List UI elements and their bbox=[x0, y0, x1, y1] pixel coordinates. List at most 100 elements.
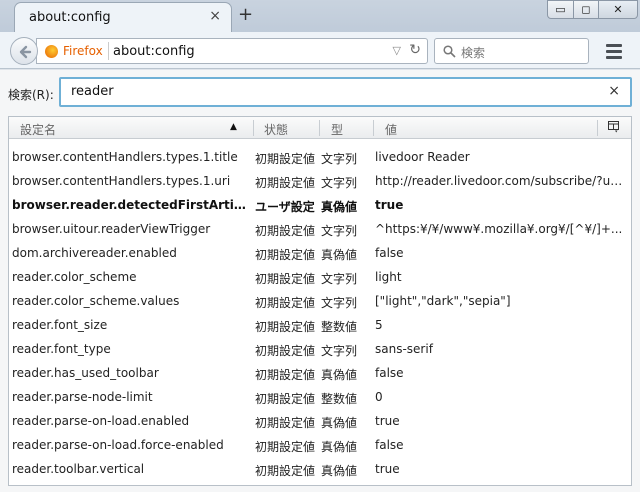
column-divider[interactable] bbox=[253, 120, 254, 136]
table-row[interactable]: reader.color_scheme 初期設定値 文字列 light bbox=[9, 266, 631, 290]
pref-name: reader.parse-node-limit bbox=[12, 390, 153, 404]
minimize-icon: ▭ bbox=[555, 3, 566, 16]
config-tree[interactable]: 設定名 ▲ 状態 型 値 browser.contentHandlers.typ… bbox=[8, 116, 632, 486]
tree-header: 設定名 ▲ 状態 型 値 bbox=[9, 117, 631, 139]
pref-type: 真偽値 bbox=[321, 440, 358, 454]
tab-about-config[interactable]: about:config × bbox=[14, 2, 232, 32]
column-header-name[interactable]: 設定名 bbox=[20, 121, 56, 138]
column-divider[interactable] bbox=[319, 120, 320, 136]
pref-status: 初期設定値 bbox=[255, 248, 316, 262]
pref-value: true bbox=[375, 198, 404, 212]
pref-name: reader.font_size bbox=[12, 318, 108, 332]
pref-name: reader.toolbar.vertical bbox=[12, 462, 145, 476]
filter-label: 検索(R): bbox=[8, 88, 54, 102]
pref-name: reader.font_type bbox=[12, 342, 111, 356]
pref-value: ^https:¥/¥/www¥.mozilla¥.org¥/[^¥/]+... bbox=[375, 222, 623, 236]
table-row[interactable]: reader.parse-on-load.force-enabled 初期設定値真… bbox=[9, 434, 631, 458]
search-bar[interactable]: 検索 bbox=[434, 38, 589, 64]
pref-value: false bbox=[375, 366, 404, 380]
pref-name: browser.uitour.readerViewTrigger bbox=[12, 222, 211, 236]
maximize-button[interactable]: ◻ bbox=[573, 0, 599, 19]
maximize-icon: ◻ bbox=[581, 3, 591, 16]
table-row[interactable]: reader.has_used_toolbar 初期設定値 真偽値 false bbox=[9, 362, 631, 386]
pref-type: 文字列 bbox=[321, 152, 358, 166]
table-row[interactable]: browser.reader.detectedFirstArticle ユーザ設定… bbox=[9, 194, 631, 218]
url-separator bbox=[108, 42, 109, 60]
pref-type: 整数値 bbox=[321, 320, 358, 334]
table-row[interactable]: reader.font_type 初期設定値 文字列 sans-serif bbox=[9, 338, 631, 362]
tab-close-icon[interactable]: × bbox=[209, 8, 221, 24]
table-row[interactable]: dom.archivereader.enabled 初期設定値 真偽値 false bbox=[9, 242, 631, 266]
firefox-icon bbox=[45, 45, 58, 58]
pref-status: 初期設定値 bbox=[255, 272, 316, 286]
url-bar[interactable]: Firefox about:config ▽ ↻ bbox=[36, 38, 428, 64]
pref-status: 初期設定値 bbox=[255, 320, 316, 334]
sort-ascending-icon: ▲ bbox=[230, 122, 237, 132]
pref-name: browser.contentHandlers.types.1.uri bbox=[12, 174, 231, 188]
pref-type: 真偽値 bbox=[321, 416, 358, 430]
pref-type: 真偽値 bbox=[321, 464, 358, 478]
window-close-icon: ✕ bbox=[613, 3, 623, 16]
pref-value: livedoor Reader bbox=[375, 150, 470, 164]
column-header-type[interactable]: 型 bbox=[331, 121, 343, 138]
pref-status: 初期設定値 bbox=[255, 296, 316, 310]
tab-title: about:config bbox=[29, 10, 111, 25]
pref-type: 真偽値 bbox=[321, 200, 358, 214]
hamburger-menu-icon[interactable] bbox=[601, 40, 627, 62]
filter-clear-icon[interactable]: × bbox=[608, 83, 620, 99]
table-row[interactable]: reader.color_scheme.values 初期設定値 文字列 ["ligh… bbox=[9, 290, 631, 314]
pref-status: ユーザ設定 bbox=[255, 200, 315, 214]
table-row[interactable]: browser.contentHandlers.types.1.title 初期設… bbox=[9, 146, 631, 170]
pref-type: 文字列 bbox=[321, 272, 358, 286]
pref-value: ["light","dark","sepia"] bbox=[375, 294, 511, 308]
table-row[interactable]: reader.toolbar.vertical 初期設定値 真偽値 true bbox=[9, 458, 631, 482]
tab-strip: about:config × + ▭ ◻ ✕ bbox=[0, 0, 640, 32]
pref-type: 文字列 bbox=[321, 176, 358, 190]
pref-name: browser.contentHandlers.types.1.title bbox=[12, 150, 238, 164]
column-divider[interactable] bbox=[373, 120, 374, 136]
history-dropdown-icon[interactable]: ▽ bbox=[393, 44, 401, 57]
url-text[interactable]: about:config bbox=[113, 44, 195, 59]
filter-input[interactable]: reader × bbox=[59, 77, 632, 107]
table-row[interactable]: reader.font_size 初期設定値 整数値 5 bbox=[9, 314, 631, 338]
pref-value: 0 bbox=[375, 390, 383, 404]
pref-status: 初期設定値 bbox=[255, 464, 316, 478]
pref-name: browser.reader.detectedFirstArticle bbox=[12, 198, 252, 212]
pref-name: reader.color_scheme.values bbox=[12, 294, 180, 308]
new-tab-button[interactable]: + bbox=[238, 5, 253, 25]
column-divider[interactable] bbox=[597, 120, 598, 136]
column-header-value[interactable]: 値 bbox=[385, 121, 397, 138]
pref-value: true bbox=[375, 462, 400, 476]
pref-name: reader.has_used_toolbar bbox=[12, 366, 159, 380]
filter-input-value[interactable]: reader bbox=[71, 84, 114, 99]
pref-status: 初期設定値 bbox=[255, 392, 316, 406]
identity-label[interactable]: Firefox bbox=[63, 44, 103, 58]
search-icon bbox=[443, 45, 456, 58]
pref-value: false bbox=[375, 438, 404, 452]
column-header-status[interactable]: 状態 bbox=[264, 121, 288, 138]
pref-status: 初期設定値 bbox=[255, 344, 316, 358]
pref-status: 初期設定値 bbox=[255, 224, 316, 238]
table-row[interactable]: reader.parse-node-limit 初期設定値 整数値 0 bbox=[9, 386, 631, 410]
back-button[interactable] bbox=[10, 37, 38, 65]
pref-value: 5 bbox=[375, 318, 383, 332]
search-placeholder: 検索 bbox=[461, 46, 486, 60]
window-close-button[interactable]: ✕ bbox=[598, 0, 638, 19]
table-row[interactable]: browser.contentHandlers.types.1.uri 初期設定値… bbox=[9, 170, 631, 194]
pref-status: 初期設定値 bbox=[255, 416, 316, 430]
column-picker-icon[interactable] bbox=[608, 121, 620, 133]
pref-status: 初期設定値 bbox=[255, 152, 316, 166]
pref-value: sans-serif bbox=[375, 342, 433, 356]
config-page: 検索(R): reader × 設定名 ▲ 状態 型 値 browser.con… bbox=[0, 70, 640, 492]
pref-name: reader.parse-on-load.enabled bbox=[12, 414, 190, 428]
pref-type: 文字列 bbox=[321, 296, 358, 310]
pref-type: 文字列 bbox=[321, 344, 358, 358]
table-row[interactable]: reader.parse-on-load.enabled 初期設定値 真偽値 true bbox=[9, 410, 631, 434]
minimize-button[interactable]: ▭ bbox=[547, 0, 574, 19]
back-arrow-icon bbox=[19, 45, 32, 59]
pref-value: false bbox=[375, 246, 404, 260]
pref-status: 初期設定値 bbox=[255, 368, 316, 382]
table-row[interactable]: browser.uitour.readerViewTrigger 初期設定値 文字列… bbox=[9, 218, 631, 242]
pref-name: reader.parse-on-load.force-enabled bbox=[12, 438, 224, 452]
reload-icon[interactable]: ↻ bbox=[409, 42, 421, 58]
